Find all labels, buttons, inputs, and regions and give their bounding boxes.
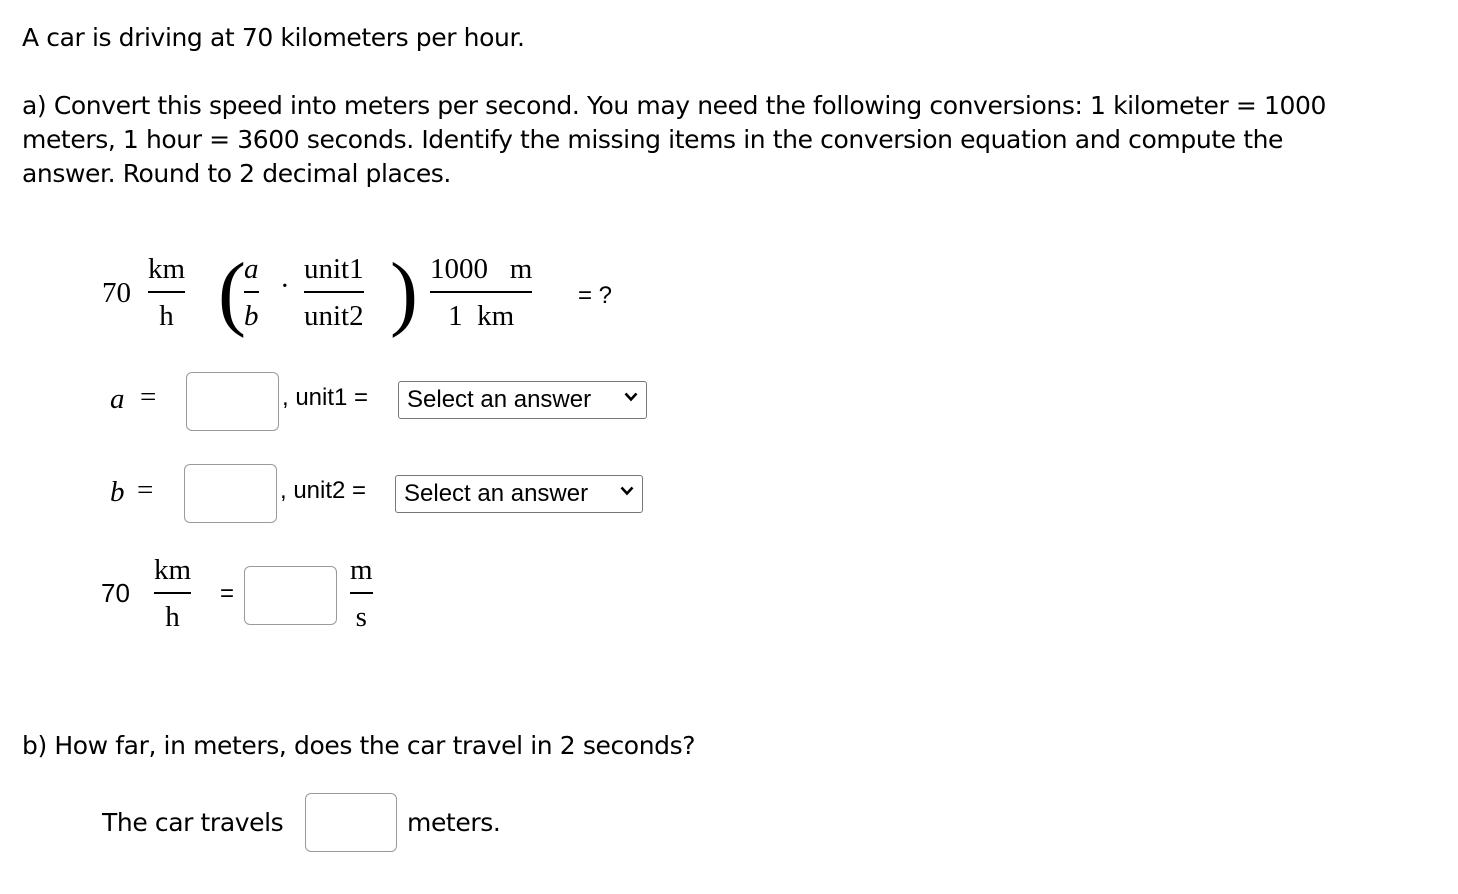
output-unit-numerator: m (350, 554, 373, 586)
fraction-bar (430, 291, 533, 293)
result-unit-numerator: km (154, 554, 192, 586)
fraction-bar (244, 291, 259, 293)
b-label: b (110, 476, 125, 508)
multiply-dot: · (280, 270, 290, 302)
part-a-line-1: a) Convert this speed into meters per se… (22, 91, 1326, 120)
fraction-bar (148, 291, 186, 293)
unit2-denominator: unit2 (304, 299, 364, 332)
conversion-numerator: 1000 m (430, 253, 533, 285)
part-a-line-2: meters, 1 hour = 3600 seconds. Identify … (22, 125, 1284, 154)
result-unit-fraction: km h (154, 553, 192, 634)
unit1-select-value: Select an answer (407, 386, 592, 413)
left-parenthesis: ( (218, 246, 246, 339)
unit1-numerator: unit1 (304, 253, 364, 285)
equation-unit-denominator: h (159, 299, 174, 332)
a-label: a (110, 383, 125, 415)
result-equals: = (220, 580, 235, 607)
equation-value: 70 (102, 277, 131, 309)
a-over-b-fraction: a b (244, 252, 259, 333)
equation-unit-numerator: km (148, 253, 186, 285)
unit2-select[interactable]: Select an answer (395, 475, 643, 513)
unit2-label: , unit2 = (280, 477, 367, 504)
km-to-m-fraction: 1000 m 1 km (430, 252, 533, 333)
a-input[interactable] (186, 372, 279, 431)
unit1-label: , unit1 = (282, 384, 369, 411)
chevron-down-icon (620, 486, 634, 496)
equation-result: = ? (578, 282, 613, 309)
speed-ms-input[interactable] (244, 566, 337, 625)
right-parenthesis: ) (390, 246, 418, 339)
part-b-question: b) How far, in meters, does the car trav… (22, 731, 696, 760)
intro-text: A car is driving at 70 kilometers per ho… (22, 23, 525, 52)
fraction-bar (154, 592, 192, 594)
fraction-bar (350, 592, 373, 594)
part-b-prefix: The car travels (102, 808, 284, 837)
part-b-suffix: meters. (407, 808, 501, 837)
unit-fraction: unit1 unit2 (304, 252, 364, 333)
b-denominator: b (244, 299, 259, 332)
output-unit-denominator: s (355, 600, 367, 633)
unit2-select-value: Select an answer (404, 480, 589, 507)
b-equals: = (137, 474, 154, 506)
distance-input[interactable] (305, 793, 397, 852)
output-unit-fraction: m s (350, 553, 373, 634)
fraction-bar (304, 291, 364, 293)
equation-unit-fraction: km h (148, 252, 186, 333)
conversion-denominator: 1 km (448, 299, 515, 332)
chevron-down-icon (624, 392, 638, 402)
unit1-select[interactable]: Select an answer (398, 381, 647, 419)
a-numerator: a (244, 253, 259, 285)
result-unit-denominator: h (165, 600, 180, 633)
b-input[interactable] (184, 464, 277, 523)
result-value: 70 (101, 578, 130, 608)
part-a-line-3: answer. Round to 2 decimal places. (22, 159, 451, 188)
a-equals: = (140, 381, 157, 413)
